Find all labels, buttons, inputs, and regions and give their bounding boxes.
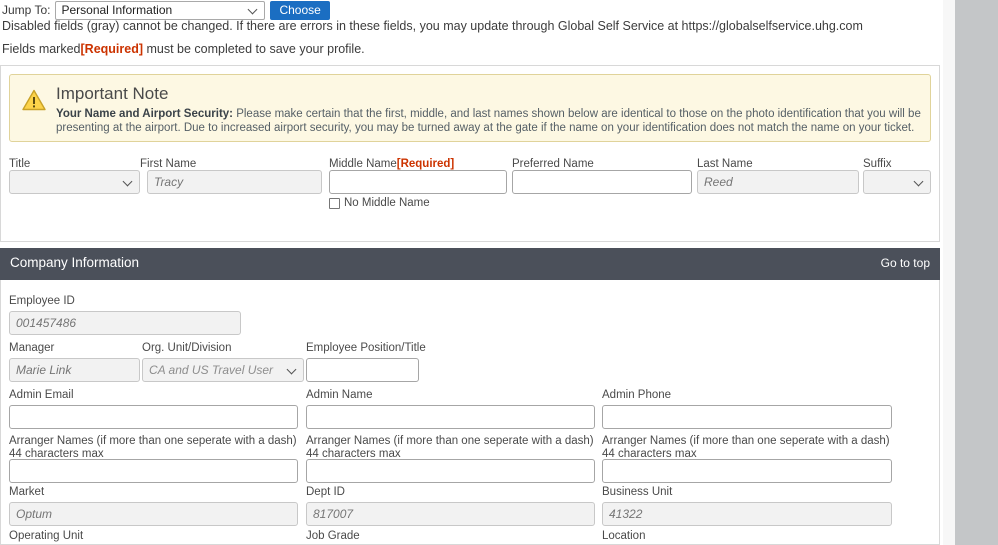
required-notice-tag: [Required] [80, 42, 144, 56]
business-unit-input[interactable] [602, 502, 892, 526]
no-middle-name-checkbox[interactable] [329, 197, 340, 209]
disabled-fields-notice: Disabled fields (gray) cannot be changed… [2, 19, 863, 33]
market-label: Market [9, 486, 45, 498]
no-middle-name-label: No Middle Name [344, 197, 430, 209]
company-information-title: Company Information [10, 255, 140, 270]
arranger-1-input[interactable] [9, 459, 298, 483]
admin-phone-label: Admin Phone [602, 389, 672, 401]
arranger-2-label: Arranger Names (if more than one seperat… [306, 435, 594, 460]
company-information-card: Employee ID Manager Org. Unit/Division E… [0, 280, 940, 545]
admin-name-label: Admin Name [306, 389, 373, 401]
market-input[interactable] [9, 502, 298, 526]
important-note-banner: Important Note Your Name and Airport Sec… [9, 74, 931, 142]
employee-id-input[interactable] [9, 311, 241, 335]
manager-input[interactable] [9, 358, 140, 382]
dept-id-input[interactable] [306, 502, 595, 526]
chevron-down-icon [124, 177, 133, 186]
arranger-1-label: Arranger Names (if more than one seperat… [9, 435, 297, 460]
arranger-3-label: Arranger Names (if more than one seperat… [602, 435, 890, 460]
preferred-name-input[interactable] [512, 170, 692, 194]
chevron-down-icon [288, 365, 297, 374]
required-fields-notice: Fields marked[Required] must be complete… [2, 42, 365, 56]
org-unit-label: Org. Unit/Division [142, 342, 232, 354]
personal-information-card: Important Note Your Name and Airport Sec… [0, 65, 940, 242]
arranger-3-input[interactable] [602, 459, 892, 483]
required-notice-prefix: Fields marked [2, 42, 81, 56]
middle-name-input[interactable] [329, 170, 507, 194]
middle-name-label-text: Middle Name [329, 158, 397, 170]
title-label: Title [9, 158, 31, 170]
admin-email-input[interactable] [9, 405, 298, 429]
important-note-body-bold: Your Name and Airport Security: [56, 108, 234, 120]
chevron-down-icon [915, 177, 924, 186]
suffix-label: Suffix [863, 158, 892, 170]
suffix-select[interactable] [863, 170, 931, 194]
jump-to-label: Jump To: [2, 3, 51, 17]
jump-to-row: Jump To: Personal Information Choose [0, 0, 330, 20]
middle-name-label: Middle Name[Required] [329, 158, 454, 170]
important-note-body: Your Name and Airport Security: Please m… [56, 108, 922, 135]
business-unit-label: Business Unit [602, 486, 673, 498]
company-information-header: Company Information Go to top [0, 248, 940, 280]
arranger-2-input[interactable] [306, 459, 595, 483]
warning-triangle-icon [22, 89, 46, 111]
employee-position-input[interactable] [306, 358, 419, 382]
chevron-down-icon [249, 5, 258, 14]
first-name-input[interactable] [147, 170, 322, 194]
operating-unit-label: Operating Unit [9, 530, 84, 542]
dept-id-label: Dept ID [306, 486, 345, 498]
go-to-top-link[interactable]: Go to top [881, 256, 930, 270]
no-middle-name-checkbox-row[interactable]: No Middle Name [329, 197, 430, 209]
last-name-label: Last Name [697, 158, 753, 170]
page-right-margin [943, 0, 955, 545]
title-select[interactable] [9, 170, 140, 194]
org-unit-select-value: CA and US Travel User [149, 363, 274, 377]
manager-label: Manager [9, 342, 55, 354]
jump-to-selected-value: Personal Information [61, 2, 173, 17]
important-note-title: Important Note [56, 84, 169, 103]
browser-right-gutter [955, 0, 998, 545]
required-notice-suffix: must be completed to save your profile. [143, 42, 365, 56]
admin-name-input[interactable] [306, 405, 595, 429]
preferred-name-label: Preferred Name [512, 158, 594, 170]
page-content: Jump To: Personal Information Choose Dis… [0, 0, 955, 545]
location-label: Location [602, 530, 646, 542]
admin-phone-input[interactable] [602, 405, 892, 429]
admin-email-label: Admin Email [9, 389, 74, 401]
middle-name-required-tag: [Required] [396, 158, 455, 170]
choose-button[interactable]: Choose [270, 0, 330, 20]
org-unit-select[interactable]: CA and US Travel User [142, 358, 304, 382]
employee-id-label: Employee ID [9, 295, 75, 307]
job-grade-label: Job Grade [306, 530, 360, 542]
jump-to-select[interactable]: Personal Information [55, 0, 266, 20]
last-name-input[interactable] [697, 170, 859, 194]
first-name-label: First Name [140, 158, 197, 170]
employee-position-label: Employee Position/Title [306, 342, 426, 354]
